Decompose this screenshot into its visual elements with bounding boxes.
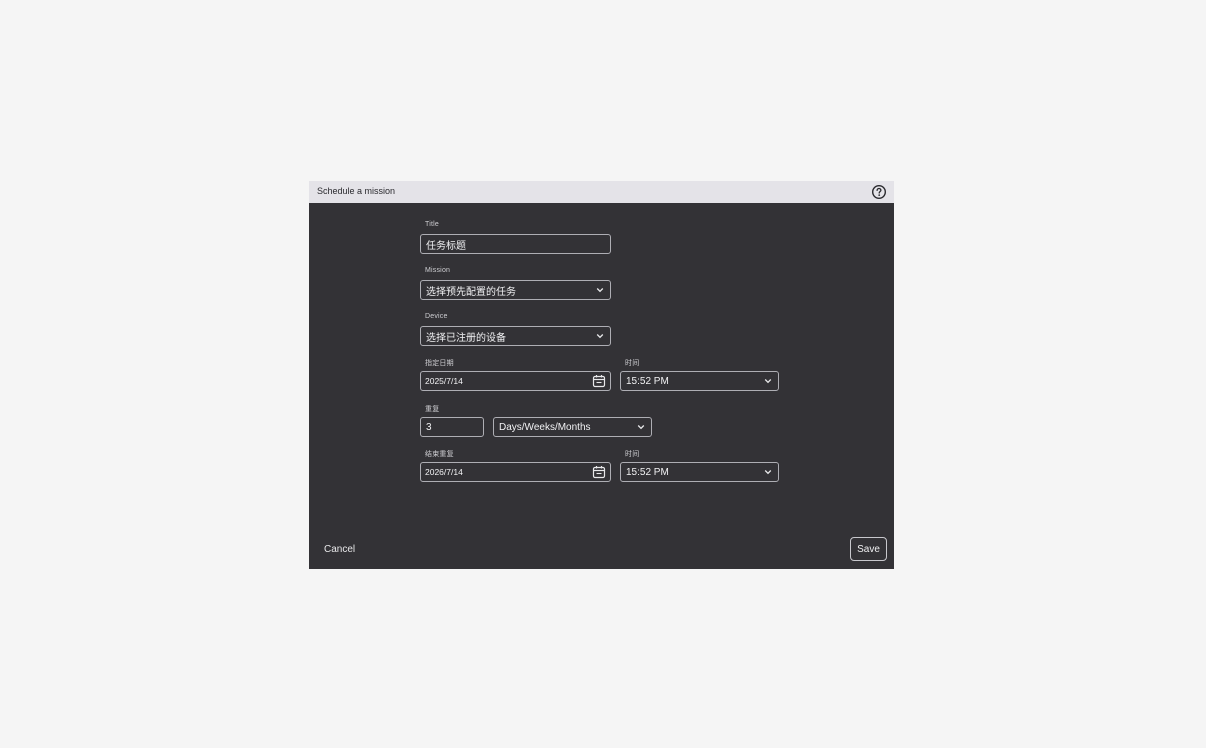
repeat-unit-select[interactable]: Days/Weeks/Months: [493, 417, 652, 437]
start-time-value: 15:52 PM: [626, 375, 669, 387]
start-date-value: 2025/7/14: [425, 376, 463, 386]
device-label: Device: [425, 313, 448, 320]
chevron-down-icon: [596, 288, 604, 293]
start-time-label: 时间: [625, 360, 640, 367]
help-circle-icon[interactable]: [871, 184, 887, 200]
chevron-down-icon: [596, 334, 604, 339]
end-time-value: 15:52 PM: [626, 466, 669, 478]
dialog-title: Schedule a mission: [317, 186, 396, 196]
repeat-unit-value: Days/Weeks/Months: [499, 421, 591, 433]
repeat-count-field[interactable]: [420, 417, 484, 437]
schedule-mission-dialog: Schedule a mission Title Mission 选择预先配置的…: [309, 181, 894, 569]
calendar-icon[interactable]: [592, 374, 606, 388]
device-select[interactable]: 选择已注册的设备: [420, 326, 611, 346]
title-field[interactable]: [420, 234, 611, 254]
repeat-label: 重复: [425, 406, 440, 413]
start-date-label: 指定日期: [425, 360, 454, 367]
title-input[interactable]: [426, 238, 610, 250]
chevron-down-icon: [764, 470, 772, 475]
start-time-select[interactable]: 15:52 PM: [620, 371, 779, 391]
cancel-button[interactable]: Cancel: [324, 544, 355, 555]
end-time-label: 时间: [625, 451, 640, 458]
end-date-label: 结束重复: [425, 451, 454, 458]
device-selected-value: 选择已注册的设备: [426, 332, 506, 344]
end-date-field[interactable]: 2026/7/14: [420, 462, 611, 482]
calendar-icon[interactable]: [592, 465, 606, 479]
start-date-field[interactable]: 2025/7/14: [420, 371, 611, 391]
mission-label: Mission: [425, 267, 451, 274]
mission-select[interactable]: 选择预先配置的任务: [420, 280, 611, 300]
repeat-count-input[interactable]: [426, 421, 483, 433]
chevron-down-icon: [764, 379, 772, 384]
end-time-select[interactable]: 15:52 PM: [620, 462, 779, 482]
end-date-value: 2026/7/14: [425, 467, 463, 477]
mission-selected-value: 选择预先配置的任务: [426, 286, 516, 298]
dialog-titlebar: Schedule a mission: [309, 181, 894, 203]
chevron-down-icon: [637, 425, 645, 430]
save-button[interactable]: Save: [850, 537, 887, 561]
title-label: Title: [425, 221, 439, 228]
